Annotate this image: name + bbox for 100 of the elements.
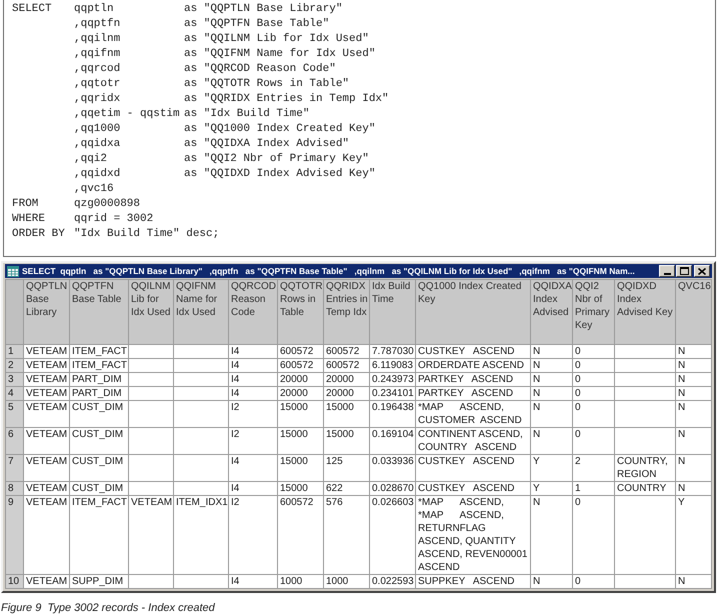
close-button[interactable] xyxy=(694,265,710,277)
table-cell: 15000 xyxy=(278,428,324,454)
row-number: 7 xyxy=(6,454,24,482)
table-cell: VETEAM xyxy=(24,372,70,386)
table-cell: 1 xyxy=(572,482,614,496)
row-number: 10 xyxy=(6,574,24,588)
column-header: QQILNM Lib for Idx Used xyxy=(128,280,174,344)
table-cell: 1000 xyxy=(324,574,370,588)
table-cell: VETEAM xyxy=(24,386,70,400)
row-number: 8 xyxy=(6,482,24,496)
table-cell: 0 xyxy=(572,574,614,588)
sql-alias: as "Idx Build Time" xyxy=(184,107,310,122)
table-cell: 0 xyxy=(572,428,614,454)
table-cell: N xyxy=(676,386,712,400)
table-cell: ITEM_IDX1 xyxy=(174,496,228,574)
row-number: 2 xyxy=(6,358,24,372)
row-number: 3 xyxy=(6,372,24,386)
table-cell: VETEAM xyxy=(24,344,70,358)
column-header: QQI2 Nbr of Primary Key xyxy=(572,280,614,344)
table-cell: N xyxy=(530,574,572,588)
table-cell: I4 xyxy=(228,386,278,400)
table-cell: 600572 xyxy=(278,496,324,574)
table-cell: VETEAM xyxy=(24,482,70,496)
table-cell: *MAP ASCEND, CUSTOMER ASCEND xyxy=(416,400,530,428)
sql-expression: ,qqidxa xyxy=(74,137,120,152)
sql-expression: "Idx Build Time" desc; xyxy=(74,227,220,242)
minimize-button[interactable] xyxy=(659,265,675,277)
table-cell: 0.033936 xyxy=(370,454,416,482)
row-number: 1 xyxy=(6,344,24,358)
table-cell: N xyxy=(676,482,712,496)
table-cell: 1000 xyxy=(278,574,324,588)
table-cell: VETEAM xyxy=(24,428,70,454)
minimize-icon xyxy=(664,272,670,274)
table-cell: VETEAM xyxy=(24,358,70,372)
table-cell: Y xyxy=(530,482,572,496)
maximize-icon xyxy=(680,267,688,275)
window-title: SELECT qqptln as "QQPTLN Base Library" ,qqptfn as "QQPTFN Base Table" ,qqilnm as "QQILNM Lib for Idx Used" ,qqifnm as "QQIFNM Nam... xyxy=(22,265,635,277)
table-cell: 15000 xyxy=(278,454,324,482)
table-cell: I2 xyxy=(228,496,278,574)
table-cell: 0 xyxy=(572,496,614,574)
sql-expression: ,qqrcod xyxy=(74,62,120,77)
table-cell: 2 xyxy=(572,454,614,482)
sql-expression: ,qqetim - qqstim xyxy=(74,107,180,122)
table-cell: N xyxy=(530,358,572,372)
row-number: 9 xyxy=(6,496,24,574)
table-cell: 0.026603 xyxy=(370,496,416,574)
table-cell: Y xyxy=(676,496,712,574)
column-header: Idx Build Time xyxy=(370,280,416,344)
close-icon xyxy=(698,268,706,274)
table-cell: 576 xyxy=(324,496,370,574)
table-cell: N xyxy=(530,496,572,574)
table-cell: VETEAM xyxy=(24,400,70,428)
table-cell: I4 xyxy=(228,344,278,358)
table-cell: N xyxy=(676,358,712,372)
table-cell: N xyxy=(676,574,712,588)
table-cell: PART_DIM xyxy=(70,372,128,386)
table-cell: 15000 xyxy=(324,400,370,428)
sql-expression: ,qqifnm xyxy=(74,47,120,62)
table-cell: *MAP ASCEND, *MAP ASCEND, RETURNFLAG ASCEND, QUANTITY ASCEND, REVEN00001 ASCEND xyxy=(416,496,530,574)
table-cell: I2 xyxy=(228,400,278,428)
table-cell: 0.169104 xyxy=(370,428,416,454)
table-cell: COUNTRY, REGION xyxy=(614,454,676,482)
table-cell: N xyxy=(676,372,712,386)
sql-expression: ,qqtotr xyxy=(74,77,120,92)
table-cell: 15000 xyxy=(324,428,370,454)
sql-alias: as "QQIDXD Index Advised Key" xyxy=(184,167,376,182)
maximize-button[interactable] xyxy=(676,265,692,277)
column-header: QQPTFN Base Table xyxy=(70,280,128,344)
row-number: 6 xyxy=(6,428,24,454)
table-cell: I2 xyxy=(228,428,278,454)
table-cell: 20000 xyxy=(324,386,370,400)
table-cell: PARTKEY ASCEND xyxy=(416,372,530,386)
table-cell: 0 xyxy=(572,372,614,386)
sql-expression: ,qvc16 xyxy=(74,182,114,197)
table-cell: N xyxy=(530,372,572,386)
table-cell: 600572 xyxy=(324,344,370,358)
table-cell: N xyxy=(676,454,712,482)
table-cell: 125 xyxy=(324,454,370,482)
sql-keyword: FROM xyxy=(12,197,38,212)
column-header: QQIDXA Index Advised xyxy=(530,280,572,344)
sql-alias: as "QQPTLN Base Library" xyxy=(184,2,342,17)
table-cell: 0.028670 xyxy=(370,482,416,496)
row-number: 4 xyxy=(6,386,24,400)
table-cell: N xyxy=(530,400,572,428)
sql-expression: ,qqi2 xyxy=(74,152,108,167)
table-cell: ITEM_FACT xyxy=(70,496,128,574)
table-cell: I4 xyxy=(228,358,278,372)
column-header: QQRCOD Reason Code xyxy=(228,280,278,344)
table-cell: N xyxy=(676,428,712,454)
column-header: QQIFNM Name for Idx Used xyxy=(174,280,228,344)
sql-alias: as "QQIFNM Name for Idx Used" xyxy=(184,47,376,62)
sql-keyword: SELECT xyxy=(12,2,52,17)
table-cell: 20000 xyxy=(324,372,370,386)
table-cell: 7.787030 xyxy=(370,344,416,358)
table-cell: 0 xyxy=(572,344,614,358)
sql-expression: ,qqilnm xyxy=(74,32,120,47)
sql-alias: as "QQILNM Lib for Idx Used" xyxy=(184,32,369,47)
sql-alias: as "QQIDXA Index Advised" xyxy=(184,137,350,152)
column-header: QQPTLN Base Library xyxy=(24,280,70,344)
table-cell: I4 xyxy=(228,482,278,496)
